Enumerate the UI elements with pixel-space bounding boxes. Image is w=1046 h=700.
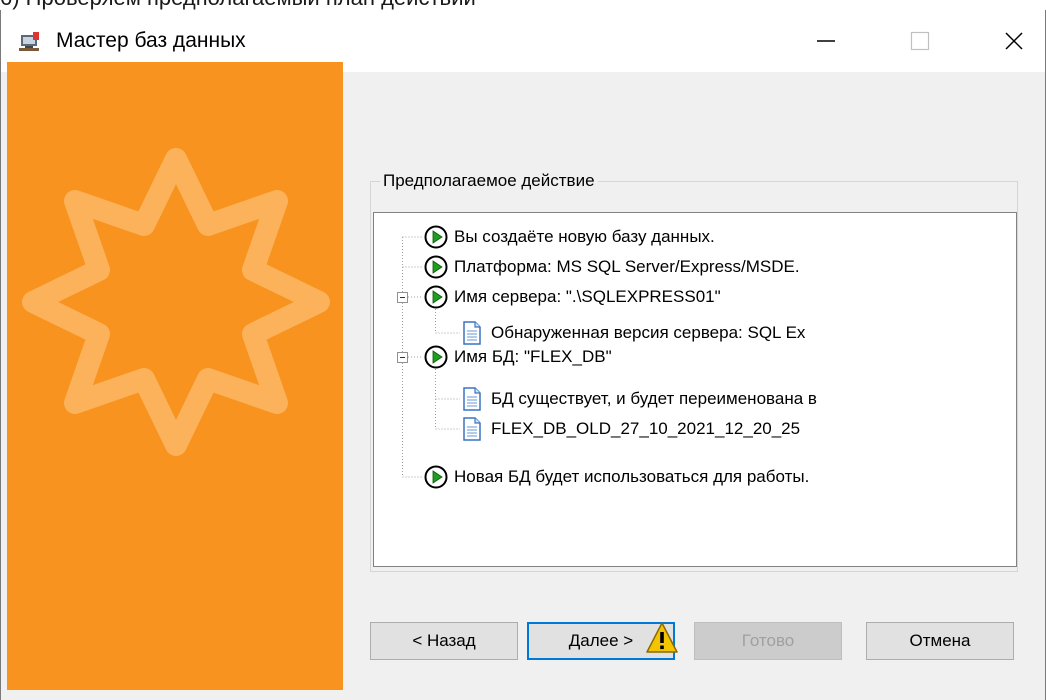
minimize-icon <box>817 40 835 42</box>
maximize-icon <box>910 31 930 51</box>
document-icon <box>463 387 481 411</box>
star-icon <box>22 148 330 456</box>
collapse-toggle[interactable] <box>397 352 408 363</box>
tree-item-label: Вы создаёте новую базу данных. <box>454 227 715 246</box>
play-arrow-icon <box>424 285 448 309</box>
wizard-sidebar <box>7 62 343 690</box>
warning-icon <box>646 622 678 653</box>
tree-item-label: Обнаруженная версия сервера: SQL Ex <box>491 323 806 342</box>
database-wizard-icon <box>19 32 39 51</box>
tree-item[interactable]: Новая БД будет использоваться для работы… <box>424 462 809 492</box>
tree-item[interactable]: FLEX_DB_OLD_27_10_2021_12_20_25 <box>462 414 800 444</box>
tree-item[interactable]: Имя БД: "FLEX_DB" <box>424 342 612 372</box>
tree-item[interactable]: Платформа: MS SQL Server/Express/MSDE. <box>424 252 800 282</box>
tree-item[interactable]: БД существует, и будет переименована в <box>462 384 817 414</box>
tree-item-label: БД существует, и будет переименована в <box>491 389 817 408</box>
document-icon <box>463 417 481 441</box>
screenshot-caption: 6) Проверяем предполагаемый план действи… <box>0 0 1046 10</box>
tree-item-label: Имя сервера: ".\SQLEXPRESS01" <box>454 287 721 306</box>
tree-item[interactable]: Вы создаёте новую базу данных. <box>424 222 715 252</box>
tree-item-label: Новая БД будет использоваться для работы… <box>454 467 810 486</box>
play-arrow-icon <box>424 255 448 279</box>
back-button[interactable]: < Назад <box>370 622 518 660</box>
cancel-button[interactable]: Отмена <box>866 622 1014 660</box>
tree-item-label: Имя БД: "FLEX_DB" <box>454 347 612 366</box>
play-arrow-icon <box>424 465 448 489</box>
play-arrow-icon <box>424 345 448 369</box>
tree-item-label: Платформа: MS SQL Server/Express/MSDE. <box>454 257 800 276</box>
maximize-button[interactable] <box>891 10 949 72</box>
close-button[interactable] <box>985 10 1043 72</box>
finish-button[interactable]: Готово <box>694 622 842 660</box>
play-arrow-icon <box>424 225 448 249</box>
tree-item-label: FLEX_DB_OLD_27_10_2021_12_20_25 <box>491 419 801 438</box>
collapse-toggle[interactable] <box>397 292 408 303</box>
minimize-button[interactable] <box>797 10 855 72</box>
action-tree[interactable]: Вы создаёте новую базу данных. Платформа… <box>373 212 1017 567</box>
close-icon <box>1005 32 1023 50</box>
planned-action-label: Предполагаемое действие <box>380 170 598 192</box>
tree-item[interactable]: Имя сервера: ".\SQLEXPRESS01" <box>424 282 721 312</box>
window-title: Мастер баз данных <box>56 29 246 52</box>
